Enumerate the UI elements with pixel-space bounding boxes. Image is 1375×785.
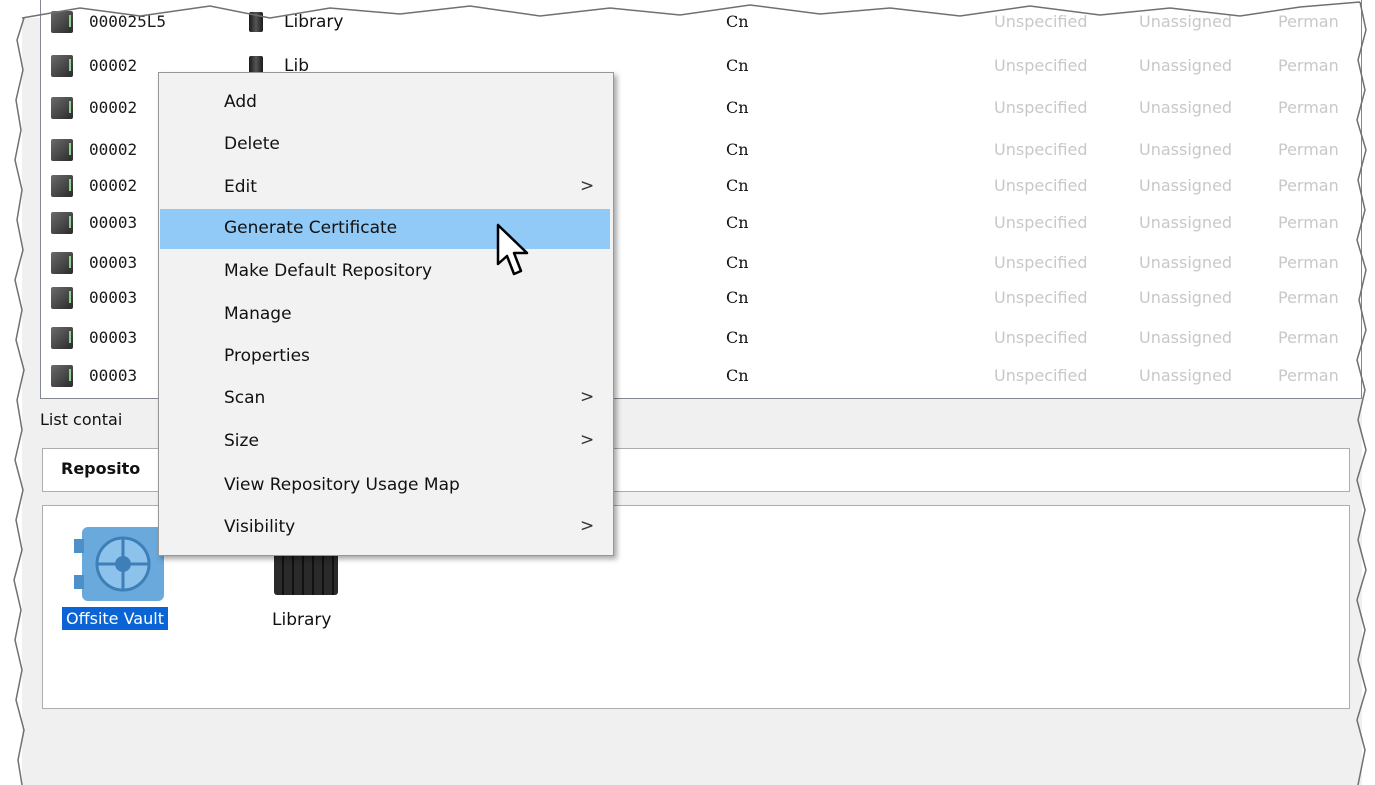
tape-icon bbox=[51, 97, 73, 119]
menu-item-label: Add bbox=[224, 92, 257, 112]
table-row[interactable]: 000025L5 Library Cn Unspecified Unassign… bbox=[41, 4, 1361, 40]
tape-code: 00002 bbox=[89, 56, 138, 75]
unassigned-value: Unassigned bbox=[1139, 288, 1233, 307]
cn-value: Cn bbox=[726, 176, 749, 195]
tape-icon bbox=[51, 287, 73, 309]
cn-value: Cn bbox=[726, 328, 749, 347]
unspecified-value: Unspecified bbox=[994, 140, 1088, 159]
menu-item-properties[interactable]: Properties bbox=[160, 337, 610, 377]
permanent-value: Perman bbox=[1278, 253, 1339, 272]
menu-item-view-repository-usage-map[interactable]: View Repository Usage Map bbox=[160, 466, 610, 506]
tape-icon bbox=[51, 365, 73, 387]
chevron-right-icon: > bbox=[580, 516, 595, 536]
menu-item-label: Manage bbox=[224, 304, 292, 324]
tape-code: 00003 bbox=[89, 213, 138, 232]
menu-item-manage[interactable]: Manage bbox=[160, 295, 610, 335]
unspecified-value: Unspecified bbox=[994, 366, 1088, 385]
screenshot-frame: 000025L5 Library Cn Unspecified Unassign… bbox=[0, 0, 1375, 785]
repository-label-library[interactable]: Library bbox=[272, 610, 331, 630]
unassigned-value: Unassigned bbox=[1139, 328, 1233, 347]
repository-label-offsite-vault[interactable]: Offsite Vault bbox=[62, 607, 168, 630]
permanent-value: Perman bbox=[1278, 213, 1339, 232]
tape-code: 00003 bbox=[89, 253, 138, 272]
permanent-value: Perman bbox=[1278, 12, 1339, 31]
tape-code: 00003 bbox=[89, 366, 138, 385]
tape-code: 00002 bbox=[89, 140, 138, 159]
permanent-value: Perman bbox=[1278, 288, 1339, 307]
menu-item-edit[interactable]: Edit > bbox=[160, 168, 610, 208]
unassigned-value: Unassigned bbox=[1139, 176, 1233, 195]
permanent-value: Perman bbox=[1278, 140, 1339, 159]
tape-code: 00003 bbox=[89, 328, 138, 347]
unassigned-value: Unassigned bbox=[1139, 98, 1233, 117]
library-icon bbox=[249, 12, 263, 32]
unspecified-value: Unspecified bbox=[994, 56, 1088, 75]
unassigned-value: Unassigned bbox=[1139, 213, 1233, 232]
tape-icon bbox=[51, 212, 73, 234]
menu-item-make-default-repository[interactable]: Make Default Repository bbox=[160, 252, 610, 292]
cn-value: Cn bbox=[726, 366, 749, 385]
menu-item-label: Make Default Repository bbox=[224, 261, 433, 281]
permanent-value: Perman bbox=[1278, 328, 1339, 347]
menu-item-label: Size bbox=[224, 431, 259, 451]
tape-icon bbox=[51, 139, 73, 161]
chevron-right-icon: > bbox=[580, 430, 595, 450]
menu-item-label: View Repository Usage Map bbox=[224, 475, 460, 495]
chevron-right-icon: > bbox=[580, 387, 595, 407]
unassigned-value: Unassigned bbox=[1139, 12, 1233, 31]
menu-item-add[interactable]: Add bbox=[160, 83, 610, 123]
permanent-value: Perman bbox=[1278, 366, 1339, 385]
unassigned-value: Unassigned bbox=[1139, 56, 1233, 75]
unassigned-value: Unassigned bbox=[1139, 140, 1233, 159]
permanent-value: Perman bbox=[1278, 56, 1339, 75]
menu-item-delete[interactable]: Delete bbox=[160, 125, 610, 165]
tape-icon bbox=[51, 175, 73, 197]
menu-item-size[interactable]: Size > bbox=[160, 422, 610, 462]
tape-code: 00003 bbox=[89, 288, 138, 307]
tape-code: 000025L5 bbox=[89, 12, 167, 31]
tape-icon bbox=[51, 11, 73, 33]
menu-item-visibility[interactable]: Visibility > bbox=[160, 508, 610, 548]
tape-icon bbox=[51, 55, 73, 77]
unspecified-value: Unspecified bbox=[994, 253, 1088, 272]
tape-code: 00002 bbox=[89, 176, 138, 195]
permanent-value: Perman bbox=[1278, 98, 1339, 117]
unspecified-value: Unspecified bbox=[994, 12, 1088, 31]
tape-code: 00002 bbox=[89, 98, 138, 117]
unassigned-value: Unassigned bbox=[1139, 253, 1233, 272]
tape-icon bbox=[51, 327, 73, 349]
cn-value: Cn bbox=[726, 213, 749, 232]
mouse-pointer-icon bbox=[496, 223, 529, 276]
tab-repositories[interactable]: Reposito bbox=[61, 459, 140, 478]
unspecified-value: Unspecified bbox=[994, 328, 1088, 347]
menu-item-label: Edit bbox=[224, 177, 257, 197]
chevron-right-icon: > bbox=[580, 176, 595, 196]
cn-value: Cn bbox=[726, 98, 749, 117]
unspecified-value: Unspecified bbox=[994, 98, 1088, 117]
menu-item-scan[interactable]: Scan > bbox=[160, 379, 610, 419]
menu-item-generate-certificate[interactable]: Generate Certificate bbox=[160, 209, 610, 249]
tape-icon bbox=[51, 252, 73, 274]
repository-name: Library bbox=[284, 12, 344, 32]
menu-item-label: Delete bbox=[224, 134, 280, 154]
cn-value: Cn bbox=[726, 12, 749, 31]
cn-value: Cn bbox=[726, 253, 749, 272]
list-status-text: List contai bbox=[40, 410, 123, 429]
menu-item-label: Properties bbox=[224, 346, 310, 366]
cn-value: Cn bbox=[726, 288, 749, 307]
unspecified-value: Unspecified bbox=[994, 288, 1088, 307]
unspecified-value: Unspecified bbox=[994, 213, 1088, 232]
permanent-value: Perman bbox=[1278, 176, 1339, 195]
menu-item-label: Visibility bbox=[224, 517, 296, 537]
context-menu: Add Delete Edit > Generate Certificate M… bbox=[158, 72, 614, 556]
unspecified-value: Unspecified bbox=[994, 176, 1088, 195]
menu-item-label: Scan bbox=[224, 388, 266, 408]
cn-value: Cn bbox=[726, 140, 749, 159]
cn-value: Cn bbox=[726, 56, 749, 75]
menu-item-label: Generate Certificate bbox=[224, 218, 398, 238]
unassigned-value: Unassigned bbox=[1139, 366, 1233, 385]
